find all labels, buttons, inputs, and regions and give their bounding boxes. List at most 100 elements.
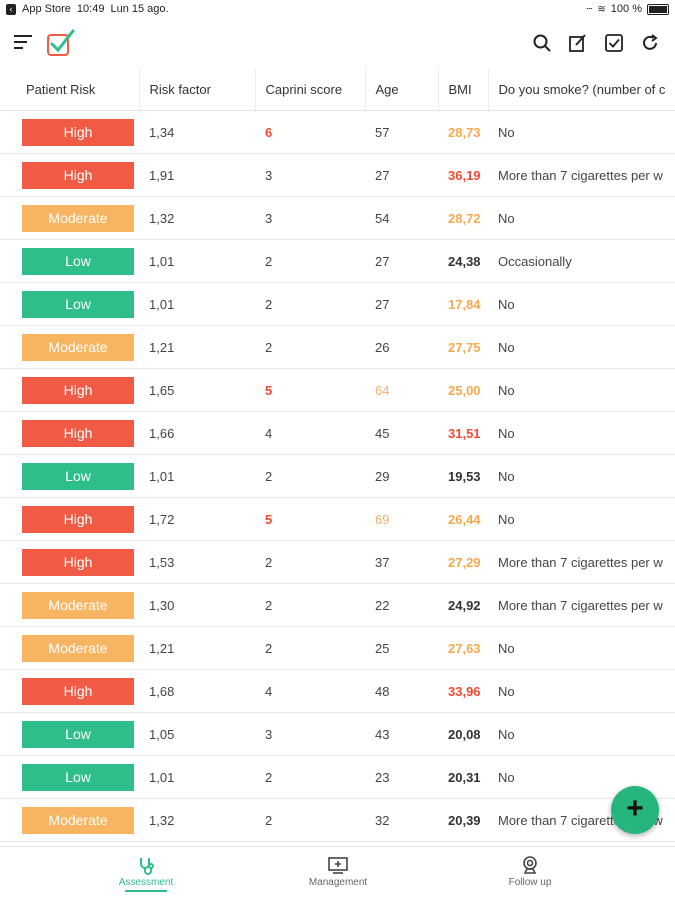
caprini-score-cell: 4	[255, 411, 365, 455]
table-row[interactable]: Moderate 1,32 2 32 20,39 More than 7 cigarett…	[0, 798, 675, 842]
table-row[interactable]: Low 1,05 3 43 20,08 No	[0, 712, 675, 756]
risk-cell: Moderate	[0, 798, 139, 842]
risk-factor-cell: 1,21	[139, 325, 255, 369]
smoke-cell: No	[488, 497, 675, 541]
risk-badge: Moderate	[22, 591, 134, 619]
table-row[interactable]: High 1,65 5 64 25,00 No	[0, 368, 675, 412]
header-bmi[interactable]: BMI	[437, 68, 488, 111]
risk-badge: High	[22, 505, 134, 533]
risk-badge: High	[22, 376, 134, 404]
table-row[interactable]: High 1,68 4 48 33,96 No	[0, 669, 675, 713]
risk-cell: Low	[0, 712, 139, 756]
bmi-cell: 33,96	[438, 669, 488, 713]
smoke-cell: No	[488, 282, 675, 326]
risk-factor-cell: 1,66	[139, 411, 255, 455]
table-row[interactable]: High 1,53 2 37 27,29 More than 7 cigarettes p…	[0, 540, 675, 584]
risk-factor-cell: 1,32	[139, 196, 255, 240]
checkbox-icon[interactable]	[603, 32, 625, 54]
search-icon[interactable]	[531, 32, 553, 54]
bmi-cell: 27,29	[438, 540, 488, 584]
age-cell: 37	[365, 540, 438, 584]
bmi-cell: 36,19	[438, 153, 488, 197]
bmi-cell: 27,63	[438, 626, 488, 670]
table-row[interactable]: High 1,72 5 69 26,44 No	[0, 497, 675, 541]
risk-factor-cell: 1,05	[139, 712, 255, 756]
nav-follow-up[interactable]: Follow up	[470, 855, 590, 888]
table-row[interactable]: Moderate 1,30 2 22 24,92 More than 7 cigarett…	[0, 583, 675, 627]
risk-factor-cell: 1,34	[139, 110, 255, 154]
caprini-score-cell: 2	[255, 325, 365, 369]
nav-management[interactable]: Management	[278, 855, 398, 888]
bmi-cell: 20,08	[438, 712, 488, 756]
nav-assessment[interactable]: Assessment	[86, 855, 206, 892]
table-row[interactable]: Moderate 1,21 2 25 27,63 No	[0, 626, 675, 670]
menu-icon[interactable]	[14, 35, 32, 54]
table-row[interactable]: Low 1,01 2 27 17,84 No	[0, 282, 675, 326]
add-assessment-button[interactable]: +	[611, 786, 659, 834]
table-row[interactable]: High 1,66 4 45 31,51 No	[0, 411, 675, 455]
risk-cell: Low	[0, 454, 139, 498]
caprini-score-cell: 2	[255, 239, 365, 283]
age-cell: 48	[365, 669, 438, 713]
header-age[interactable]: Age	[364, 68, 438, 111]
battery-icon	[647, 3, 669, 15]
risk-factor-cell: 1,21	[139, 626, 255, 670]
bmi-cell: 28,72	[438, 196, 488, 240]
patient-table[interactable]: Patient Risk Risk factor Caprini score A…	[0, 68, 675, 846]
header-risk-factor[interactable]: Risk factor	[138, 68, 255, 111]
risk-badge: Low	[22, 720, 134, 748]
age-cell: 27	[365, 153, 438, 197]
risk-factor-cell: 1,32	[139, 798, 255, 842]
age-cell: 32	[365, 798, 438, 842]
bmi-cell: 20,39	[438, 798, 488, 842]
risk-cell: Low	[0, 755, 139, 799]
smoke-cell: More than 7 cigarettes per w	[488, 153, 675, 197]
age-cell: 22	[365, 583, 438, 627]
caprini-score-cell: 5	[255, 497, 365, 541]
caprini-score-cell: 2	[255, 626, 365, 670]
table-row[interactable]: Low 1,01 2 27 24,38 Occasionally	[0, 239, 675, 283]
risk-badge: Low	[22, 247, 134, 275]
table-row[interactable]: Low 1,01 2 29 19,53 No	[0, 454, 675, 498]
smoke-cell: No	[488, 454, 675, 498]
risk-cell: Low	[0, 239, 139, 283]
active-tab-indicator	[125, 890, 167, 892]
caprini-score-cell: 3	[255, 712, 365, 756]
caprini-score-cell: 3	[255, 153, 365, 197]
back-to-app-icon[interactable]: ‹	[6, 3, 16, 15]
header-caprini-score[interactable]: Caprini score	[254, 68, 365, 111]
table-row[interactable]: Low 1,01 2 23 20,31 No	[0, 755, 675, 799]
header-smoke[interactable]: Do you smoke? (number of c	[487, 68, 675, 111]
table-row[interactable]: Moderate 1,21 2 26 27,75 No	[0, 325, 675, 369]
refresh-icon[interactable]	[639, 32, 661, 54]
bmi-cell: 31,51	[438, 411, 488, 455]
risk-cell: Moderate	[0, 325, 139, 369]
battery-label: 100 %	[610, 3, 642, 15]
risk-factor-cell: 1,01	[139, 454, 255, 498]
smoke-cell: More than 7 cigarettes per w	[488, 540, 675, 584]
risk-badge: Moderate	[22, 806, 134, 834]
caprini-score-cell: 2	[255, 755, 365, 799]
header-patient-risk[interactable]: Patient Risk	[0, 68, 139, 111]
bmi-cell: 28,73	[438, 110, 488, 154]
caprini-score-cell: 2	[255, 454, 365, 498]
edit-icon[interactable]	[567, 32, 589, 54]
app-logo-check-icon	[46, 28, 76, 63]
table-header-row: Patient Risk Risk factor Caprini score A…	[0, 68, 675, 111]
stethoscope-icon	[86, 855, 206, 877]
nav-management-label: Management	[308, 877, 368, 888]
age-cell: 27	[365, 282, 438, 326]
risk-factor-cell: 1,01	[139, 755, 255, 799]
smoke-cell: No	[488, 669, 675, 713]
risk-cell: High	[0, 411, 139, 455]
risk-badge: Low	[22, 462, 134, 490]
table-row[interactable]: High 1,34 6 57 28,73 No	[0, 110, 675, 154]
caprini-score-cell: 2	[255, 540, 365, 584]
table-row[interactable]: Moderate 1,32 3 54 28,72 No	[0, 196, 675, 240]
risk-factor-cell: 1,01	[139, 282, 255, 326]
top-toolbar	[0, 22, 675, 66]
risk-factor-cell: 1,53	[139, 540, 255, 584]
risk-badge: High	[22, 161, 134, 189]
risk-badge: Low	[22, 763, 134, 791]
table-row[interactable]: High 1,91 3 27 36,19 More than 7 cigarettes p…	[0, 153, 675, 197]
